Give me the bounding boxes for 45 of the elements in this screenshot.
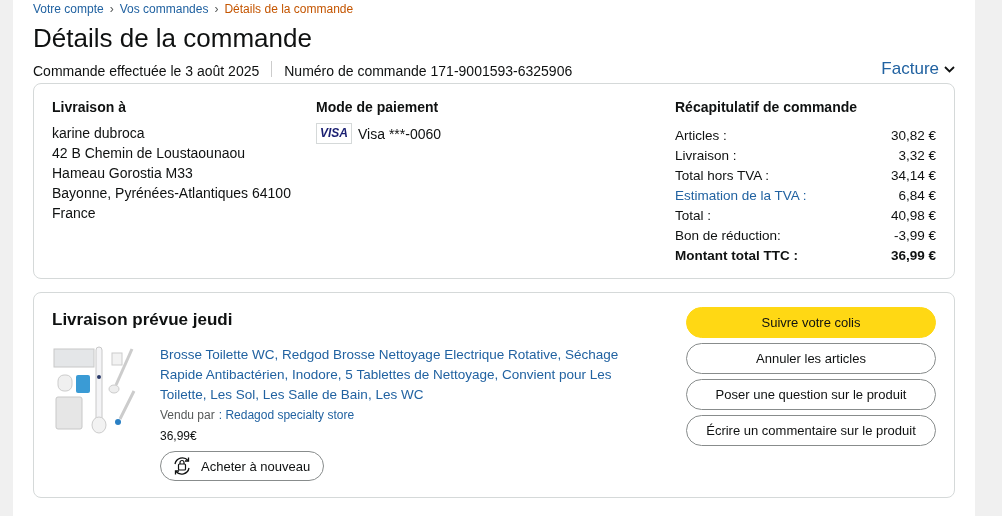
reorder-icon — [171, 455, 193, 477]
chevron-down-icon — [944, 65, 955, 73]
payment-heading: Mode de paiement — [316, 98, 440, 116]
summary-label: Total : — [675, 207, 712, 225]
summary-value: 34,14 € — [890, 167, 936, 185]
breadcrumb-separator: › — [214, 2, 219, 16]
breadcrumb-link[interactable]: Détails de la commande — [224, 2, 354, 16]
summary-value: 40,98 € — [890, 207, 936, 225]
shipping-heading: Livraison à — [52, 98, 127, 116]
summary-label: Bon de réduction: — [675, 227, 781, 245]
page-title: Détails de la commande — [33, 22, 313, 55]
seller-link[interactable]: : Redagod specialty store — [218, 407, 355, 424]
address-line: 42 B Chemin de Loustaounaou — [52, 144, 247, 163]
order-date: Commande effectuée le 3 août 2025 — [33, 63, 260, 79]
summary-value: 6,84 € — [898, 187, 936, 205]
buy-again-button[interactable]: Acheter à nouveau — [160, 451, 325, 481]
summary-value: -3,99 € — [893, 227, 936, 245]
card-number: Visa ***-0060 — [358, 125, 442, 142]
seller-label: Vendu par — [160, 407, 215, 424]
action-button[interactable]: Annuler les articles — [686, 343, 936, 374]
breadcrumb-link[interactable]: Votre compte — [33, 2, 104, 16]
address-line: Hameau Gorostia M33 — [52, 164, 194, 183]
track-package-button[interactable]: Suivre votre colis — [686, 307, 936, 338]
product-title-link[interactable]: Brosse Toilette WC, Redgod Brosse Nettoyage Electrique Rotative, Séchage Rapide Antibactérien, Inodore, 5 Tablettes de Nettoyage, Convient pour Les Toilette, Les Sol, Les Salle de Bain, Les WC — [160, 345, 645, 405]
address-line: Bayonne, Pyrénées-Atlantiques 64100 — [52, 184, 292, 203]
address-line: France — [52, 204, 97, 223]
summary-label: Total hors TVA : — [675, 167, 770, 185]
summary-value: 30,82 € — [890, 127, 936, 145]
visa-logo: VISA — [316, 123, 352, 144]
summary-label: Livraison : — [675, 147, 737, 165]
action-button[interactable]: Écrire un commentaire sur le produit — [686, 415, 936, 446]
action-button[interactable]: Poser une question sur le produit — [686, 379, 936, 410]
breadcrumb-link[interactable]: Vos commandes — [119, 2, 209, 16]
product-price: 36,99€ — [160, 428, 198, 445]
summary-link[interactable]: Estimation de la TVA : — [675, 186, 807, 206]
delivery-heading: Livraison prévue jeudi — [52, 309, 234, 331]
order-number: Numéro de commande 171-9001593-6325906 — [284, 63, 573, 79]
summary-label: Articles : — [675, 127, 727, 145]
summary-value: 36,99 € — [890, 247, 936, 265]
summary-value: 3,32 € — [898, 147, 936, 165]
address-line: karine dubroca — [52, 124, 146, 143]
summary-heading: Récapitulatif de commande — [675, 98, 859, 116]
breadcrumb-separator: › — [109, 2, 114, 16]
summary-label: Montant total TTC : — [675, 247, 798, 265]
invoice-dropdown[interactable]: Facture — [881, 59, 955, 79]
